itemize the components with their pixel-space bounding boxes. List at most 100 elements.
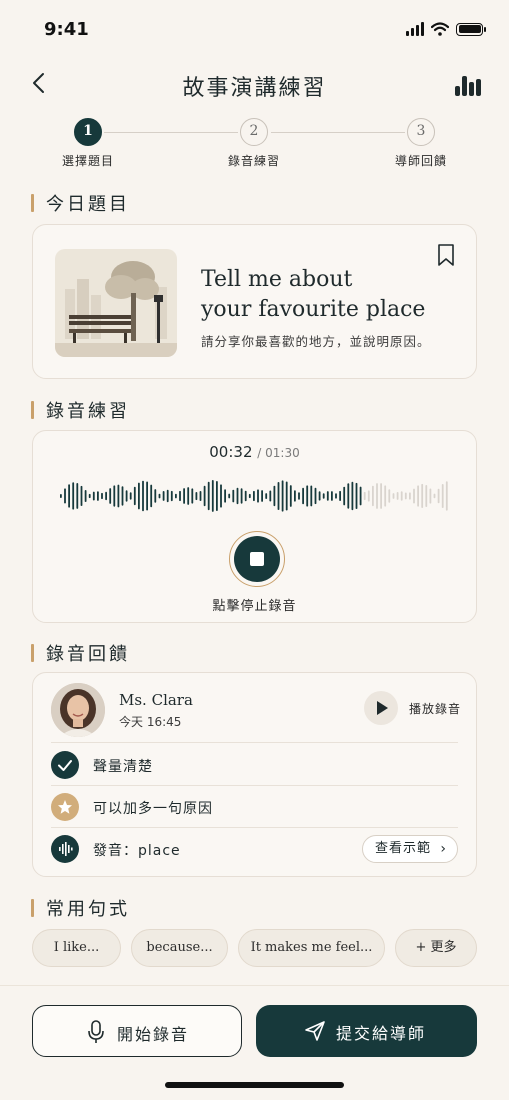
submit-label: 提交給導師 [336,1024,427,1043]
step-number: 1 [74,118,102,146]
teacher-name: Ms. Clara [119,691,193,709]
waveform-bar [133,486,136,506]
feedback-item: 可以加多一句原因 [51,787,458,827]
section-title-text: 今日題目 [46,194,130,215]
waveform-bar [97,491,99,501]
waveform-bar [273,485,276,507]
waveform-bar [400,491,403,501]
waveform-bar [281,480,284,512]
feedback-text: 發音：place [93,843,181,859]
divider [51,742,458,743]
waveform-bar [294,490,296,502]
waveform-bar [331,491,333,501]
waveform-bar [248,493,251,499]
waveform-bar [195,492,198,501]
section-title-feedback: 錄音回饋 [31,640,130,666]
section-accent-bar [31,899,34,917]
waveform-bar [322,493,325,499]
waveform-bar [232,489,235,503]
waveform-bar [109,488,112,504]
waveform-bar [417,485,419,507]
status-bar: 9:41 [0,0,509,60]
waveform-bar [261,490,263,502]
waveform-bar [170,490,173,502]
waveform-bar [154,489,157,503]
waveform-bar [429,488,432,504]
waveform-bar [409,492,411,500]
start-recording-label: 開始錄音 [117,1025,190,1044]
battery-icon [456,22,486,36]
waveform-bar [347,483,350,509]
feedback-time: 今天 16:45 [119,715,182,729]
waveform-bar [445,481,448,511]
waveform-bar [359,486,362,506]
waveform-bar [220,484,222,508]
feedback-text: 可以加多一句原因 [93,801,213,817]
waveform-bar [326,491,329,501]
waveform-bar [298,492,300,500]
feedback-card: Ms. Clara 今天 16:45 播放錄音 聲量清楚 可以加多一句原因 發音… [32,672,477,877]
star-icon [51,793,79,821]
avatar [51,683,105,737]
waveform-bar [72,482,75,510]
step-number: 2 [240,118,268,146]
waveform-bar [228,493,231,499]
divider [51,827,458,828]
stop-recording-label: 點擊停止錄音 [212,599,297,614]
waveform-bar [355,482,358,509]
waveform-bar [335,493,337,499]
phrase-chip[interactable]: It makes me feel... [238,929,385,967]
stats-icon[interactable] [455,72,481,96]
waveform-bar [80,485,83,506]
more-phrases-chip[interactable]: + 更多 [395,929,477,967]
waveform-bar [413,488,415,504]
waveform-bar [388,489,391,503]
start-recording-button[interactable]: 開始錄音 [32,1005,242,1057]
waveform-bar [211,480,214,512]
play-recording-label[interactable]: 播放錄音 [409,700,461,717]
waveform-bar [224,489,226,503]
page-title: 故事演講練習 [182,76,327,101]
divider [51,785,458,786]
phrase-chips: I like... because... It makes me feel...… [32,929,477,967]
status-icons [406,22,486,36]
waveform-bar [92,491,95,501]
phrase-chip[interactable]: I like... [32,929,121,967]
waveform-bar [289,485,292,507]
waveform-bar [265,493,268,499]
waveform-bar [125,490,128,502]
step-3[interactable]: 3 導師回饋 [381,118,461,169]
feedback-item: 發音：place 查看示範 › [51,829,458,869]
waveform-bar [60,494,62,498]
section-title-recording: 錄音練習 [31,397,130,423]
waveform-bar [84,490,87,502]
submit-to-teacher-button[interactable]: 提交給導師 [256,1005,477,1057]
waveform-bar [441,484,444,508]
play-icon[interactable] [364,691,398,725]
waveform-bar [187,487,190,505]
waveform-bar [253,490,255,502]
waveform-bar [367,490,370,502]
step-1[interactable]: 1 選擇題目 [48,118,128,169]
waveform-bar [404,492,407,500]
feedback-item: 聲量清楚 [51,745,458,785]
status-time: 9:41 [44,19,89,40]
topic-title-line: Tell me about [201,267,353,292]
waveform [60,480,448,512]
topic-title: Tell me about your favourite place [201,265,425,325]
topic-card[interactable]: Tell me about your favourite place 請分享你最… [32,224,477,379]
waveform-bar [175,493,177,499]
step-number: 3 [407,118,435,146]
waveform-bar [376,483,378,509]
stop-recording-button[interactable] [229,531,285,587]
check-icon [51,751,79,779]
bookmark-icon[interactable] [436,243,456,267]
waveform-bar [285,481,288,511]
step-2[interactable]: 2 錄音練習 [214,118,294,169]
waveform-bar [162,491,165,501]
stop-icon [234,536,280,582]
phrase-chip[interactable]: because... [131,929,228,967]
step-label: 錄音練習 [227,154,280,168]
view-example-button[interactable]: 查看示範 › [362,835,458,863]
waveform-bar [101,492,103,500]
